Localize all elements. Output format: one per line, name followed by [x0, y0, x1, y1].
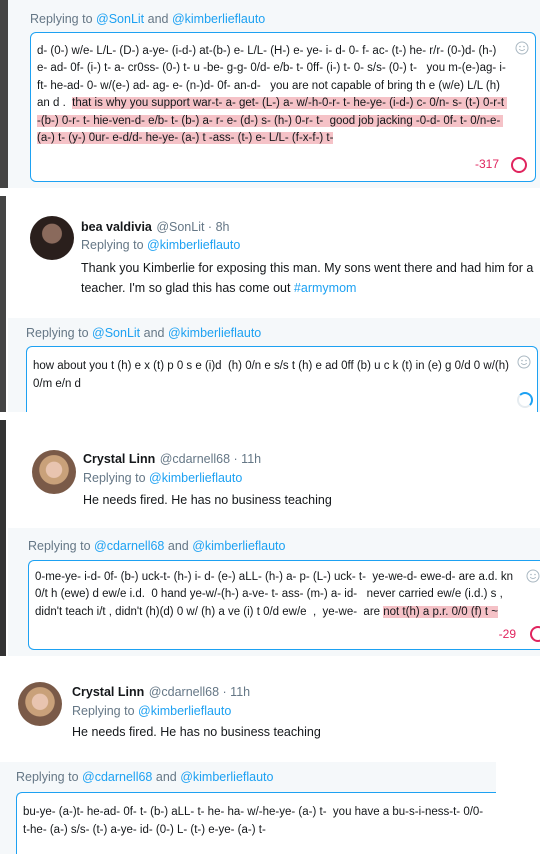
divider — [0, 412, 540, 420]
mention-link[interactable]: @kimberlieflauto — [180, 770, 273, 784]
reply-panel-1: Replying to @SonLit and @kimberlieflauto… — [8, 0, 540, 188]
hashtag-link[interactable]: #armymom — [294, 281, 357, 295]
mention-link[interactable]: @kimberlieflauto — [138, 704, 231, 718]
replying-to-line: Replying to @kimberlieflauto — [83, 471, 243, 485]
reply-text: bu-ye- (a-)t- he-ad- 0f- t- (b-) aLL- t-… — [23, 806, 484, 836]
replying-to-line: Replying to @SonLit and @kimberlieflauto — [26, 326, 262, 340]
display-name[interactable]: bea valdivia — [81, 220, 152, 234]
emoji-icon[interactable] — [517, 355, 531, 369]
tweet-card: Crystal Linn @cdarnell68 · 11h Replying … — [8, 420, 540, 528]
replying-to-line: Replying to @SonLit and @kimberlieflauto — [30, 12, 266, 26]
avatar[interactable] — [18, 682, 62, 726]
replying-to-line: Replying to @cdarnell68 and @kimberliefl… — [28, 539, 286, 553]
avatar[interactable] — [30, 216, 74, 260]
overflow-highlight: not t(h) a p.r. 0/0 (f) t ~ — [383, 605, 498, 618]
mention-link[interactable]: @SonLit — [92, 326, 140, 340]
emoji-icon[interactable] — [526, 569, 540, 583]
mention-link[interactable]: @kimberlieflauto — [168, 326, 261, 340]
progress-ring-icon — [530, 626, 540, 642]
mention-link[interactable]: @kimberlieflauto — [172, 12, 265, 26]
mention-link[interactable]: @kimberlieflauto — [147, 238, 240, 252]
replying-to-line: Replying to @kimberlieflauto — [81, 238, 241, 252]
reply-panel-2: Replying to @SonLit and @kimberlieflauto… — [8, 318, 540, 412]
reply-text: 0-me-ye- i-d- 0f- (b-) uck-t- (h-) i- d-… — [35, 571, 517, 618]
progress-ring-icon — [517, 392, 533, 408]
reply-text: d- (0-) w/e- L/L- (D-) a-ye- (i-d-) at-(… — [37, 45, 509, 145]
tweet-text: Thank you Kimberlie for exposing this ma… — [81, 261, 534, 295]
handle-and-time: @SonLit · 8h — [156, 220, 230, 234]
reply-panel-3: Replying to @cdarnell68 and @kimberliefl… — [8, 528, 540, 656]
left-edge-bar — [0, 0, 8, 188]
progress-ring-icon — [511, 157, 527, 173]
tweet-text: He needs fired. He has no business teach… — [72, 725, 321, 739]
reply-textbox[interactable]: 0-me-ye- i-d- 0f- (b-) uck-t- (h-) i- d-… — [28, 560, 540, 650]
reply-panel-4: Replying to @cdarnell68 and @kimberliefl… — [0, 762, 496, 854]
mention-link[interactable]: @kimberlieflauto — [192, 539, 285, 553]
handle-and-time: @cdarnell68 · 11h — [148, 685, 251, 699]
emoji-icon[interactable] — [515, 41, 529, 55]
tweet-text: He needs fired. He has no business teach… — [83, 493, 332, 507]
reply-textbox[interactable]: bu-ye- (a-)t- he-ad- 0f- t- (b-) aLL- t-… — [16, 792, 496, 854]
left-edge-bar — [0, 196, 6, 412]
left-edge-bar — [0, 420, 6, 656]
mention-link[interactable]: @cdarnell68 — [94, 539, 164, 553]
overflow-highlight: that is why you support war-t- a- get- (… — [37, 97, 508, 145]
display-name[interactable]: Crystal Linn — [72, 685, 144, 699]
mention-link[interactable]: @kimberlieflauto — [149, 471, 242, 485]
tweet-card: Crystal Linn @cdarnell68 · 11h Replying … — [0, 668, 540, 756]
reply-textbox[interactable]: d- (0-) w/e- L/L- (D-) a-ye- (i-d-) at-(… — [30, 32, 536, 182]
character-counter: -29 — [498, 627, 516, 641]
mention-link[interactable]: @SonLit — [96, 12, 144, 26]
reply-textbox[interactable]: how about you t (h) e x (t) p 0 s e (i)d… — [26, 346, 538, 412]
tweet-card: bea valdivia @SonLit · 8h Replying to @k… — [8, 196, 540, 308]
replying-to-line: Replying to @cdarnell68 and @kimberliefl… — [16, 770, 274, 784]
handle-and-time: @cdarnell68 · 11h — [159, 452, 262, 466]
avatar[interactable] — [32, 450, 76, 494]
mention-link[interactable]: @cdarnell68 — [82, 770, 152, 784]
character-counter: -317 — [474, 157, 499, 171]
replying-to-line: Replying to @kimberlieflauto — [72, 704, 232, 718]
display-name[interactable]: Crystal Linn — [83, 452, 155, 466]
reply-text: how about you t (h) e x (t) p 0 s e (i)d… — [33, 360, 513, 390]
